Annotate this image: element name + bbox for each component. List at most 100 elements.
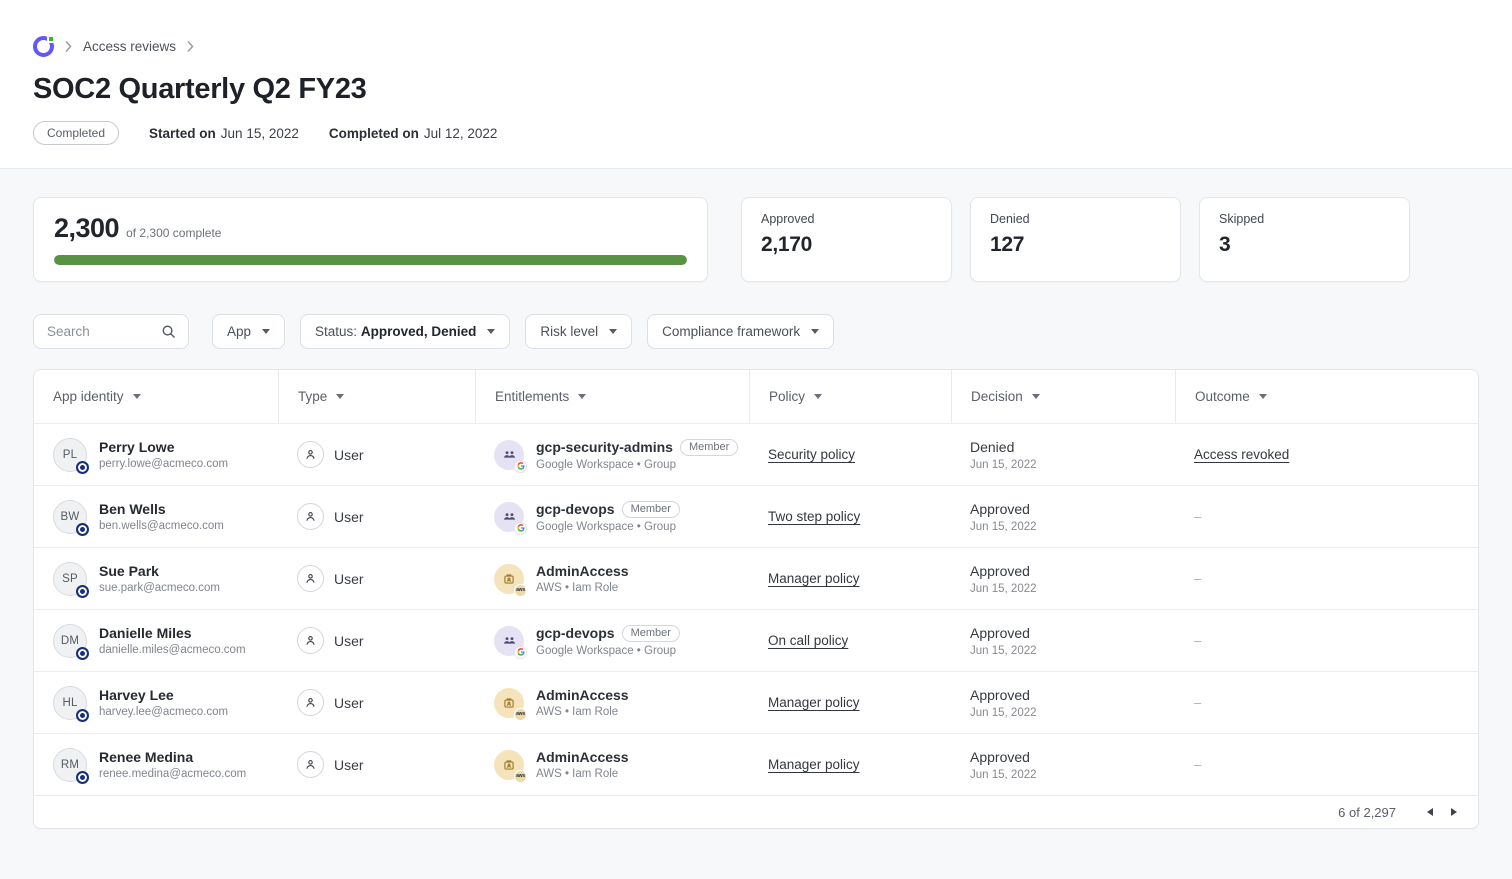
app-logo-icon[interactable]: [33, 36, 54, 57]
entitlement-cell: gcp-devopsMember Google Workspace • Grou…: [475, 485, 749, 547]
started-on-date: Jun 15, 2022: [221, 126, 299, 141]
stat-label: Skipped: [1219, 212, 1390, 226]
filter-compliance-framework[interactable]: Compliance framework: [647, 314, 834, 349]
progress-bar-fill: [54, 255, 687, 265]
google-workspace-icon: [514, 460, 527, 473]
aws-icon: aws: [514, 770, 527, 783]
stat-label: Approved: [761, 212, 932, 226]
type-cell: User: [278, 485, 475, 547]
column-header-entitlements[interactable]: Entitlements: [475, 370, 749, 423]
table-row[interactable]: DM Danielle Milesdanielle.miles@acmeco.c…: [34, 609, 1478, 671]
group-icon: [494, 440, 524, 470]
user-icon: [297, 565, 324, 592]
table-row[interactable]: HL Harvey Leeharvey.lee@acmeco.com User …: [34, 671, 1478, 733]
stat-card-skipped: Skipped 3: [1199, 197, 1410, 282]
outcome-cell: –: [1175, 671, 1478, 733]
table-row[interactable]: RM Renee Medinarenee.medina@acmeco.com U…: [34, 733, 1478, 795]
app-identity-cell: DM Danielle Milesdanielle.miles@acmeco.c…: [34, 609, 278, 671]
column-header-app-identity[interactable]: App identity: [34, 370, 278, 423]
table-row[interactable]: BW Ben Wellsben.wells@acmeco.com User gc…: [34, 485, 1478, 547]
entitlement-cell: gcp-devopsMember Google Workspace • Grou…: [475, 609, 749, 671]
decision-cell: ApprovedJun 15, 2022: [951, 671, 1175, 733]
entitlement-name: gcp-devops: [536, 501, 615, 517]
user-name: Danielle Miles: [99, 625, 246, 642]
policy-link[interactable]: Two step policy: [768, 509, 860, 524]
decision-value: Approved: [970, 625, 1037, 642]
decision-value: Approved: [970, 687, 1037, 704]
policy-cell: Security policy: [749, 423, 951, 485]
stats-row: 2,300 of 2,300 complete Approved 2,170 D…: [33, 197, 1479, 282]
access-review-table: App identity Type Entitlements Policy De…: [33, 369, 1479, 829]
column-header-decision[interactable]: Decision: [951, 370, 1175, 423]
app-badge-icon: [76, 647, 89, 660]
policy-cell: Manager policy: [749, 547, 951, 609]
chevron-left-icon: [1427, 808, 1433, 816]
user-name: Ben Wells: [99, 501, 224, 518]
chevron-down-icon: [811, 329, 819, 334]
app-identity-cell: HL Harvey Leeharvey.lee@acmeco.com: [34, 671, 278, 733]
filter-status[interactable]: Status: Approved, Denied: [300, 314, 510, 349]
column-header-policy[interactable]: Policy: [749, 370, 951, 423]
status-badge: Completed: [33, 121, 119, 145]
decision-value: Approved: [970, 501, 1037, 518]
page-title: SOC2 Quarterly Q2 FY23: [33, 73, 1479, 106]
policy-cell: On call policy: [749, 609, 951, 671]
policy-link[interactable]: On call policy: [768, 633, 848, 648]
stat-label: Denied: [990, 212, 1161, 226]
previous-page-button[interactable]: [1418, 802, 1442, 822]
search-box[interactable]: [33, 314, 189, 349]
filter-risk-level[interactable]: Risk level: [525, 314, 632, 349]
policy-cell: Two step policy: [749, 485, 951, 547]
decision-date: Jun 15, 2022: [970, 459, 1037, 471]
entitlement-subtitle: Google Workspace • Group: [536, 459, 730, 471]
content-area: 2,300 of 2,300 complete Approved 2,170 D…: [0, 168, 1512, 879]
search-icon: [161, 324, 176, 339]
type-label: User: [334, 695, 364, 711]
type-cell: User: [278, 423, 475, 485]
completed-on: Completed onJul 12, 2022: [329, 126, 498, 141]
aws-icon: aws: [514, 708, 527, 721]
sort-caret-icon: [578, 394, 586, 399]
policy-link[interactable]: Manager policy: [768, 695, 860, 710]
filter-app[interactable]: App: [212, 314, 285, 349]
column-header-outcome[interactable]: Outcome: [1175, 370, 1478, 423]
app-identity-cell: BW Ben Wellsben.wells@acmeco.com: [34, 485, 278, 547]
policy-link[interactable]: Manager policy: [768, 571, 860, 586]
stat-value: 2,170: [761, 233, 932, 257]
table-row[interactable]: PL Perry Loweperry.lowe@acmeco.com User …: [34, 423, 1478, 485]
progress-value: 2,300: [54, 213, 119, 244]
avatar: PL: [53, 438, 87, 472]
decision-date: Jun 15, 2022: [970, 769, 1037, 781]
policy-cell: Manager policy: [749, 733, 951, 795]
google-workspace-icon: [514, 646, 527, 659]
table-row[interactable]: SP Sue Parksue.park@acmeco.com User aws …: [34, 547, 1478, 609]
user-email: sue.park@acmeco.com: [99, 582, 220, 594]
user-icon: [297, 627, 324, 654]
progress-suffix: of 2,300 complete: [126, 226, 221, 240]
entitlement-subtitle: AWS • Iam Role: [536, 706, 629, 718]
column-header-type[interactable]: Type: [278, 370, 475, 423]
search-input[interactable]: [47, 324, 161, 339]
type-label: User: [334, 633, 364, 649]
policy-link[interactable]: Manager policy: [768, 757, 860, 772]
next-page-button[interactable]: [1442, 802, 1466, 822]
entitlement-name: AdminAccess: [536, 687, 629, 703]
breadcrumb-access-reviews[interactable]: Access reviews: [83, 39, 176, 54]
user-name: Sue Park: [99, 563, 220, 580]
completed-on-date: Jul 12, 2022: [424, 126, 498, 141]
iam-role-icon: aws: [494, 564, 524, 594]
chevron-down-icon: [609, 329, 617, 334]
chevron-down-icon: [262, 329, 270, 334]
user-email: harvey.lee@acmeco.com: [99, 706, 228, 718]
type-cell: User: [278, 671, 475, 733]
member-badge: Member: [622, 501, 680, 518]
user-email: ben.wells@acmeco.com: [99, 520, 224, 532]
outcome-link[interactable]: Access revoked: [1194, 447, 1289, 462]
sort-caret-icon: [336, 394, 344, 399]
filter-compliance-label: Compliance framework: [662, 324, 800, 339]
entitlement-cell: gcp-security-adminsMember Google Workspa…: [475, 423, 749, 485]
type-cell: User: [278, 609, 475, 671]
avatar: HL: [53, 686, 87, 720]
policy-link[interactable]: Security policy: [768, 447, 855, 462]
table-header: App identity Type Entitlements Policy De…: [34, 370, 1478, 423]
